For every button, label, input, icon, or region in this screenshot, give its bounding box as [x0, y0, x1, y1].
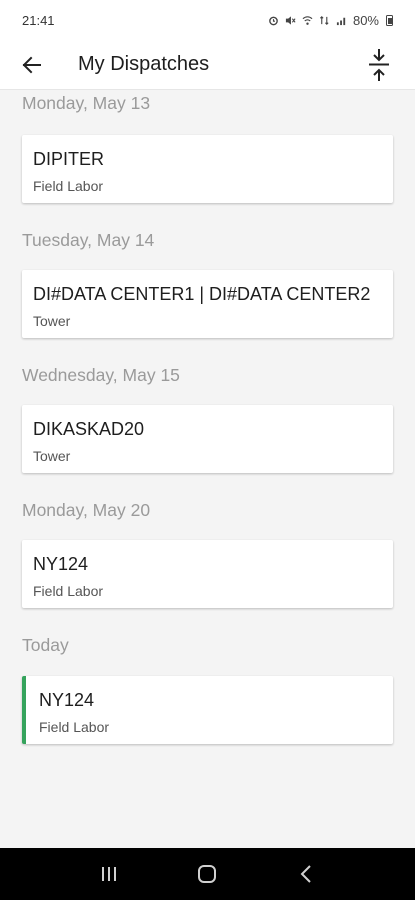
date-header: Monday, May 20: [22, 500, 151, 520]
dispatch-title: DIKASKAD20: [33, 419, 145, 439]
home-button[interactable]: [187, 854, 227, 894]
date-header: Wednesday, May 15: [22, 365, 180, 385]
app-bar: My Dispatches: [0, 40, 415, 90]
arrow-left-icon: [22, 56, 41, 73]
data-icon: [319, 15, 329, 25]
dispatch-list: Monday, May 13 DIPITER Field Labor Tuesd…: [0, 90, 415, 848]
screen: 21:41 80% My Dispatches Monday, May 13 D…: [0, 0, 415, 900]
dispatch-type: Field Labor: [33, 583, 104, 599]
home-icon: [198, 865, 217, 883]
dispatch-card[interactable]: DIPITER Field Labor: [22, 135, 393, 203]
dispatch-type: Field Labor: [33, 178, 104, 194]
dispatch-card-today[interactable]: NY124 Field Labor: [22, 676, 393, 744]
date-header: Monday, May 13: [22, 93, 151, 113]
back-chevron-icon: [300, 865, 311, 883]
collapse-all-button[interactable]: [357, 43, 401, 87]
date-header: Today: [22, 635, 69, 655]
dispatch-type: Tower: [33, 313, 71, 329]
dispatch-type: Field Labor: [39, 719, 110, 735]
dispatch-title: DIPITER: [33, 149, 105, 169]
wifi-calling-icon: [302, 15, 313, 25]
battery-percent: 80%: [352, 12, 379, 28]
system-nav-bar: [0, 848, 415, 900]
signal-icon: [336, 17, 346, 25]
date-header: Tuesday, May 14: [22, 230, 155, 250]
collapse-vertical-icon: [369, 49, 389, 81]
status-time: 21:41: [22, 12, 55, 28]
status-bar: 21:41 80%: [0, 0, 415, 40]
recents-button[interactable]: [89, 854, 129, 894]
back-button[interactable]: [3, 40, 61, 90]
dispatch-title: NY124: [33, 554, 89, 574]
page-title: My Dispatches: [78, 53, 210, 75]
dispatch-title: NY124: [39, 690, 95, 710]
system-back-button[interactable]: [286, 854, 326, 894]
status-icons: 80%: [268, 13, 393, 28]
dispatch-title: DI#DATA CENTER1 | DI#DATA CENTER2: [33, 284, 371, 304]
alarm-icon: [269, 16, 278, 25]
dispatch-type: Tower: [33, 448, 71, 464]
dispatch-card[interactable]: NY124 Field Labor: [22, 540, 393, 608]
mute-icon: [285, 15, 296, 25]
battery-icon: [386, 14, 393, 26]
dispatch-card[interactable]: DI#DATA CENTER1 | DI#DATA CENTER2 Tower: [22, 270, 393, 338]
recents-icon: [102, 867, 117, 881]
dispatch-card[interactable]: DIKASKAD20 Tower: [22, 405, 393, 473]
